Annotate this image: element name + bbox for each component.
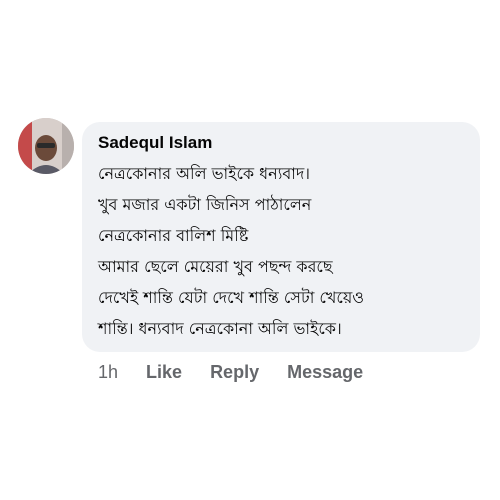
- comment-actions: 1h Like Reply Message: [98, 362, 391, 383]
- comment-text-line: নেত্রকোনার অলি ভাইকে ধন্যবাদ।: [98, 164, 311, 183]
- like-button[interactable]: Like: [146, 362, 182, 383]
- message-button[interactable]: Message: [287, 362, 363, 383]
- comment-text-line: খুব মজার একটা জিনিস পাঠালেন: [98, 195, 312, 214]
- comment-text-line: শান্তি। ধন্যবাদ নেত্রকোনা অলি ভাইকে।: [98, 319, 342, 338]
- comment-timestamp[interactable]: 1h: [98, 362, 118, 383]
- comment-text-line: নেত্রকোনার বালিশ মিষ্টি: [98, 226, 249, 245]
- comment-bubble: Sadequl Islam নেত্রকোনার অলি ভাইকে ধন্যব…: [82, 122, 480, 352]
- avatar-photo: [18, 118, 74, 174]
- reply-button[interactable]: Reply: [210, 362, 259, 383]
- avatar[interactable]: [18, 118, 74, 174]
- comment-text-line: দেখেই শান্তি যেটা দেখে শান্তি সেটা খেয়ে…: [98, 288, 365, 307]
- comment-author[interactable]: Sadequl Islam: [98, 132, 466, 154]
- comment-text-line: আমার ছেলে মেয়েরা খুব পছন্দ করছে: [98, 257, 333, 276]
